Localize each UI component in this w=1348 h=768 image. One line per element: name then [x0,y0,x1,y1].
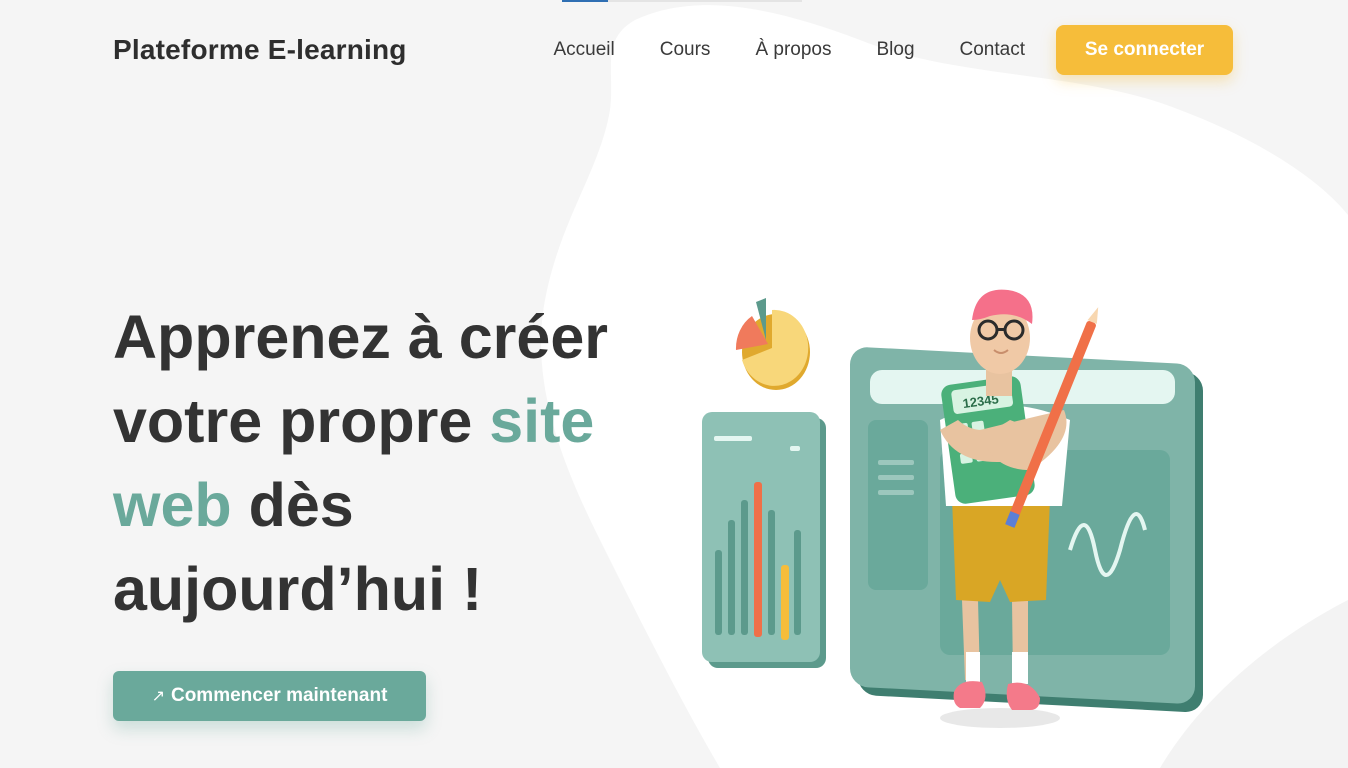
nav-link-blog[interactable]: Blog [876,39,914,61]
arrow-up-right-icon: ↗ [151,688,165,705]
nav-link-contact[interactable]: Contact [960,39,1025,61]
login-button[interactable]: Se connecter [1056,25,1233,75]
nav-link-cours[interactable]: Cours [660,39,711,61]
start-now-label: Commencer maintenant [170,685,388,706]
bar-chart-panel [702,412,826,668]
nav-link-accueil[interactable]: Accueil [554,39,615,61]
start-now-button[interactable]: ↗ Commencer maintenant [113,671,426,721]
nav-link-a-propos[interactable]: À propos [755,39,831,61]
hero-title: Apprenez à créer votre propre site web d… [113,295,633,631]
landing-page: Plateforme E-learning Accueil Cours À pr… [0,0,1348,768]
pie-chart-icon [735,298,810,390]
hero-illustration: 12345 [702,289,1203,728]
brand-logo[interactable]: Plateforme E-learning [113,34,407,66]
main-nav: Accueil Cours À propos Blog Contact Se c… [554,25,1233,75]
site-header: Plateforme E-learning Accueil Cours À pr… [113,25,1233,75]
top-strip-accent [562,0,608,2]
